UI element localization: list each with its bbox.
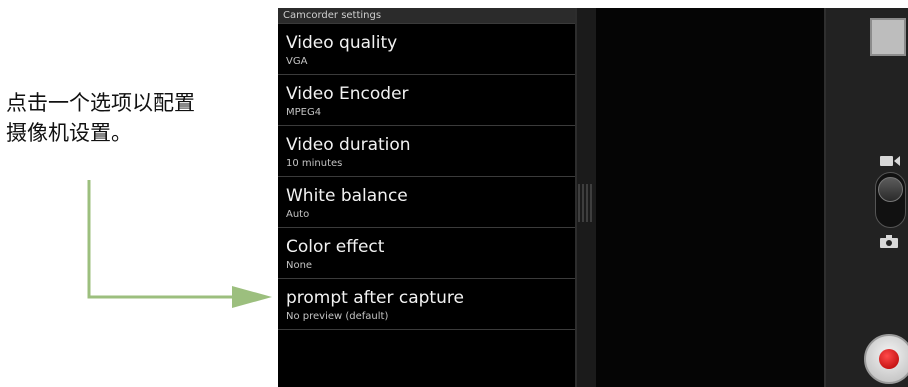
panel-drag-handle[interactable] [576, 184, 594, 222]
setting-video-duration[interactable]: Video duration 10 minutes [278, 126, 575, 177]
record-icon [879, 349, 899, 369]
device-screen: Camcorder settings Video quality VGA Vid… [278, 8, 908, 387]
setting-title: Video duration [286, 135, 411, 155]
setting-value: 10 minutes [286, 158, 343, 169]
setting-value: MPEG4 [286, 107, 322, 118]
setting-title: Video quality [286, 33, 398, 53]
setting-title: Video Encoder [286, 84, 409, 104]
panel-header: Camcorder settings [278, 8, 575, 24]
setting-video-quality[interactable]: Video quality VGA [278, 24, 575, 75]
setting-title: prompt after capture [286, 288, 464, 308]
pointer-arrow-icon [87, 180, 272, 308]
setting-value: Auto [286, 209, 310, 220]
setting-video-encoder[interactable]: Video Encoder MPEG4 [278, 75, 575, 126]
setting-title: White balance [286, 186, 408, 206]
setting-value: No preview (default) [286, 311, 389, 322]
record-button[interactable] [864, 334, 908, 384]
photo-camera-icon [880, 235, 898, 248]
setting-value: VGA [286, 56, 308, 67]
camera-mode-switch[interactable] [875, 172, 906, 228]
setting-value: None [286, 260, 313, 271]
setting-title: Color effect [286, 237, 385, 257]
video-camera-icon [880, 156, 900, 166]
setting-white-balance[interactable]: White balance Auto [278, 177, 575, 228]
camera-controls [826, 8, 908, 387]
viewfinder [596, 8, 824, 387]
switch-knob [878, 177, 903, 202]
setting-color-effect[interactable]: Color effect None [278, 228, 575, 279]
settings-panel: Camcorder settings Video quality VGA Vid… [278, 8, 575, 387]
setting-prompt-after-capture[interactable]: prompt after capture No preview (default… [278, 279, 575, 330]
last-capture-thumbnail[interactable] [870, 18, 906, 56]
